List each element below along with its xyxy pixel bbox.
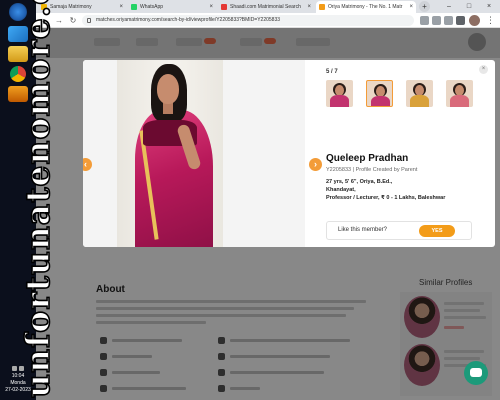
forward-button[interactable]: → (54, 15, 64, 26)
chrome-icon[interactable] (10, 66, 26, 82)
tab-close-icon[interactable]: × (119, 1, 123, 13)
profile-id-line: Y2205833 | Profile Created by Parent (326, 167, 417, 173)
profile-info-pane: × 5 / 7 Queleep Pradhan Y2205833 | Profi… (305, 60, 495, 247)
tab-close-icon[interactable]: × (409, 1, 413, 13)
clock-day: Monda (10, 380, 26, 386)
system-tray: 10:04 Monda 27-02-2023 (2, 366, 34, 394)
start-button-icon[interactable] (9, 3, 27, 21)
tab-label: WhatsApp (140, 4, 164, 10)
clock-time: 10:04 (11, 373, 25, 379)
photo-viewer: ‹ › (83, 60, 322, 247)
previous-photo-button[interactable]: ‹ (83, 158, 92, 171)
close-window-button[interactable]: × (479, 0, 499, 13)
network-icon[interactable] (12, 366, 17, 371)
share-icon[interactable] (432, 16, 441, 25)
tab-label: Samaja Matrimony (50, 4, 92, 10)
like-member-box: Like this member? YES (326, 221, 472, 240)
profile-name: Queleep Pradhan (326, 153, 409, 164)
file-explorer-icon[interactable] (8, 46, 28, 62)
profile-photo (117, 60, 223, 247)
tab-shaadi[interactable]: Shaadi.com Matrimonial Search × (218, 1, 314, 13)
tab-oriya-matrimony[interactable]: Oriya Matrimony - The No. 1 Matr × (316, 1, 416, 13)
bookmark-star-icon[interactable] (444, 16, 453, 25)
new-tab-button[interactable]: + (419, 1, 430, 12)
profile-avatar-icon[interactable] (469, 15, 480, 26)
tab-favicon-icon (221, 4, 227, 10)
tab-samaja-matrimony[interactable]: Samaja Matrimony × (38, 1, 126, 13)
yes-button[interactable]: YES (419, 225, 455, 237)
photo-thumbnail-selected[interactable] (366, 80, 393, 107)
internet-explorer-icon[interactable] (8, 26, 28, 42)
tab-close-icon[interactable]: × (307, 1, 311, 13)
clock-date: 27-02-2023 (5, 387, 31, 393)
chat-bubble-icon (470, 368, 482, 377)
extensions-icon[interactable] (456, 16, 465, 25)
volume-icon[interactable] (19, 366, 24, 371)
photo-thumbnail[interactable] (406, 80, 433, 107)
back-button[interactable]: ← (40, 15, 50, 26)
profile-id: Y2205833 (326, 167, 352, 173)
maximize-button[interactable]: □ (459, 0, 479, 13)
tab-close-icon[interactable]: × (209, 1, 213, 13)
tab-whatsapp[interactable]: WhatsApp × (128, 1, 216, 13)
profile-created-by: Profile Created by Parent (355, 167, 418, 173)
profile-details-line: Khandayat, (326, 187, 356, 193)
profile-details-line: 27 yrs, 5' 6", Oriya, B.Ed., (326, 179, 393, 185)
tab-label: Oriya Matrimony - The No. 1 Matr (328, 4, 403, 10)
url-text: matches.oriyamatrimony.com/search-by-id/… (96, 17, 281, 23)
tab-favicon-icon (41, 4, 47, 10)
tab-favicon-icon (319, 4, 325, 10)
profile-details: 27 yrs, 5' 6", Oriya, B.Ed., Khandayat, … (326, 178, 488, 202)
like-prompt: Like this member? (338, 227, 388, 233)
google-lens-icon[interactable] (420, 16, 429, 25)
chrome-browser-window: Samaja Matrimony × WhatsApp × Shaadi.com… (36, 0, 500, 400)
kebab-menu-icon[interactable]: ⋮ (486, 15, 495, 26)
media-player-icon[interactable] (8, 86, 28, 102)
minimize-button[interactable]: – (439, 0, 459, 13)
tab-label: Shaadi.com Matrimonial Search (230, 4, 301, 10)
windows-taskbar: 10:04 Monda 27-02-2023 (0, 0, 36, 400)
photo-counter: 5 / 7 (326, 69, 338, 75)
address-bar[interactable]: matches.oriyamatrimony.com/search-by-id/… (82, 15, 414, 26)
close-modal-button[interactable]: × (479, 65, 488, 74)
chat-button[interactable] (464, 361, 488, 385)
tab-favicon-icon (131, 4, 137, 10)
profile-details-line: Professor / Lecturer, ₹ 0 - 1 Lakhs, Bal… (326, 195, 446, 201)
tab-strip: Samaja Matrimony × WhatsApp × Shaadi.com… (36, 0, 500, 13)
reload-button[interactable]: ↻ (68, 15, 78, 26)
photo-thumbnail[interactable] (446, 80, 473, 107)
toolbar: ← → ↻ matches.oriyamatrimony.com/search-… (36, 13, 500, 28)
photo-thumbnail[interactable] (326, 80, 353, 107)
lock-icon[interactable] (87, 18, 91, 23)
photo-thumbnails (326, 80, 486, 108)
profile-photo-modal: ‹ › × 5 / 7 Queleep Pradhan Y2205833 | P… (83, 60, 495, 247)
profile-page: About Similar Profiles ‹ › × 5 / 7 Quele… (36, 28, 500, 400)
photo-face-shape (157, 74, 179, 104)
